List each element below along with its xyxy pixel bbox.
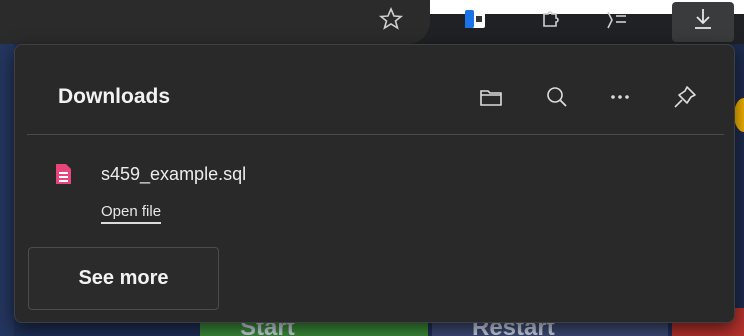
page-left-background [0, 44, 14, 336]
more-options-button[interactable] [602, 81, 638, 117]
file-icon [50, 161, 76, 187]
pin-button[interactable] [667, 81, 703, 117]
browser-toolbar [0, 0, 744, 44]
downloads-button[interactable] [672, 2, 734, 42]
downloads-flyout: Downloads s459_example.sql Open file See… [14, 44, 735, 323]
folder-icon [477, 83, 505, 116]
wallet-icon[interactable] [462, 6, 488, 32]
pin-icon [671, 83, 699, 116]
search-downloads-button[interactable] [539, 81, 575, 117]
favorite-star-icon[interactable] [378, 6, 404, 32]
downloads-title: Downloads [58, 85, 171, 108]
search-icon [543, 83, 571, 116]
open-folder-button[interactable] [473, 81, 509, 117]
address-bar[interactable] [0, 0, 430, 44]
download-icon [690, 6, 716, 32]
header-divider [27, 134, 724, 135]
favorites-list-icon[interactable] [604, 6, 630, 32]
more-horizontal-icon [606, 83, 634, 116]
file-name[interactable]: s459_example.sql [101, 164, 246, 185]
extensions-icon[interactable] [537, 6, 563, 32]
open-file-link[interactable]: Open file [101, 203, 162, 224]
see-more-button[interactable]: See more [28, 247, 219, 310]
